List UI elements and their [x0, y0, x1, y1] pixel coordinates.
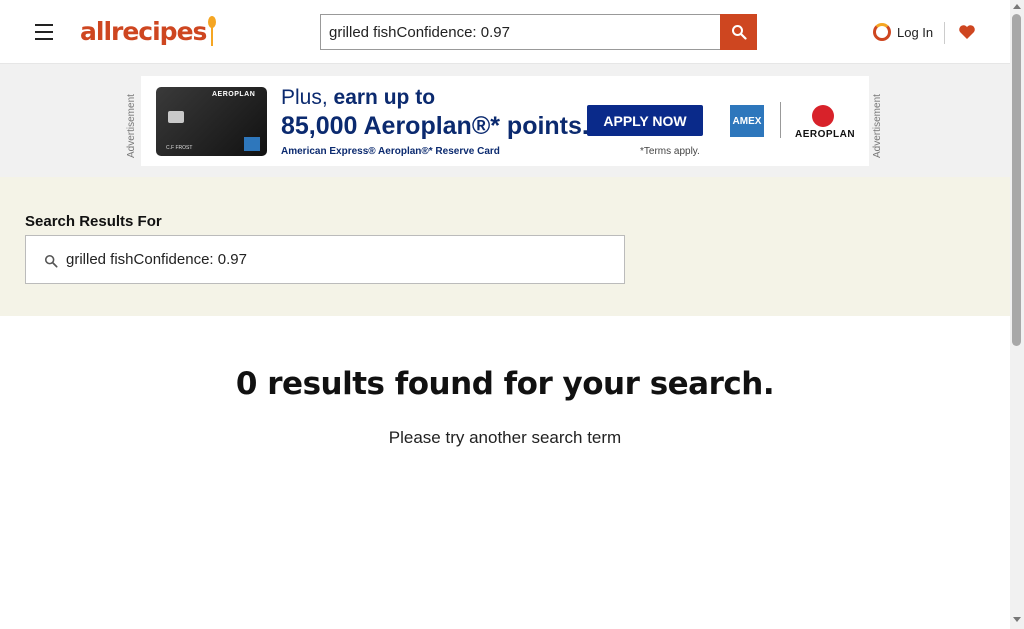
search-results-band: Search Results For grilled fishConfidenc…: [0, 177, 1010, 316]
heart-icon: [959, 25, 975, 39]
page: allrecipes Log In Advertisement: [0, 0, 1024, 629]
ad-apply-button[interactable]: APPLY NOW: [587, 105, 703, 136]
header-divider: [944, 22, 945, 44]
search-bar: [320, 14, 757, 50]
search-icon[interactable]: [40, 250, 62, 272]
ad-divider: [780, 102, 781, 138]
ad-points: 85,000 Aeroplan®* points.*: [281, 112, 599, 140]
login-button[interactable]: Log In: [869, 19, 937, 45]
ad-label: Advertisement: [872, 94, 883, 158]
ad-headline-bold: earn up to: [333, 86, 436, 109]
results-heading: Search Results For: [25, 213, 162, 230]
ad-terms: *Terms apply.: [640, 146, 700, 157]
search-icon: [731, 25, 747, 40]
amex-logo: AMEX: [730, 105, 764, 137]
login-label: Log In: [897, 24, 934, 40]
ad-card-brand: AEROPLAN: [212, 91, 256, 98]
no-results-title: 0 results found for your search.: [235, 366, 775, 402]
favorites-button[interactable]: [955, 20, 979, 44]
maple-leaf-icon: [812, 105, 834, 127]
ad-headline-prefix: Plus,: [281, 86, 328, 109]
ad-card-name: C.F FROST: [166, 145, 193, 151]
ad-headline: Plus, earn up to: [281, 86, 435, 110]
site-header: allrecipes Log In: [0, 0, 1010, 64]
results-query[interactable]: grilled fishConfidence: 0.97: [66, 251, 247, 268]
ad-card-image: AEROPLAN C.F FROST: [156, 87, 267, 156]
ad-banner[interactable]: AEROPLAN C.F FROST Plus, earn up to 85,0…: [141, 76, 869, 166]
ad-label: Advertisement: [126, 94, 137, 158]
scroll-down-arrow-icon[interactable]: [1013, 617, 1021, 622]
search-input[interactable]: [320, 14, 720, 50]
amex-card-logo: [244, 137, 260, 151]
spoon-icon: [208, 16, 217, 46]
user-icon: [873, 23, 891, 41]
ad-card-title: American Express® Aeroplan®* Reserve Car…: [281, 146, 500, 157]
scrollbar[interactable]: [1010, 0, 1024, 629]
logo-text: allrecipes: [80, 16, 207, 46]
scroll-thumb[interactable]: [1012, 14, 1021, 346]
hamburger-menu-icon[interactable]: [30, 18, 58, 46]
allrecipes-logo[interactable]: allrecipes: [80, 14, 217, 48]
no-results-subtitle: Please try another search term: [388, 428, 622, 447]
results-search-box[interactable]: grilled fishConfidence: 0.97: [25, 235, 625, 284]
scroll-up-arrow-icon[interactable]: [1013, 4, 1021, 9]
card-chip-icon: [168, 111, 184, 123]
search-button[interactable]: [720, 14, 757, 50]
aeroplan-logo: AEROPLAN: [795, 129, 856, 140]
ad-band: Advertisement AEROPLAN C.F FROST Plus, e…: [0, 64, 1010, 177]
